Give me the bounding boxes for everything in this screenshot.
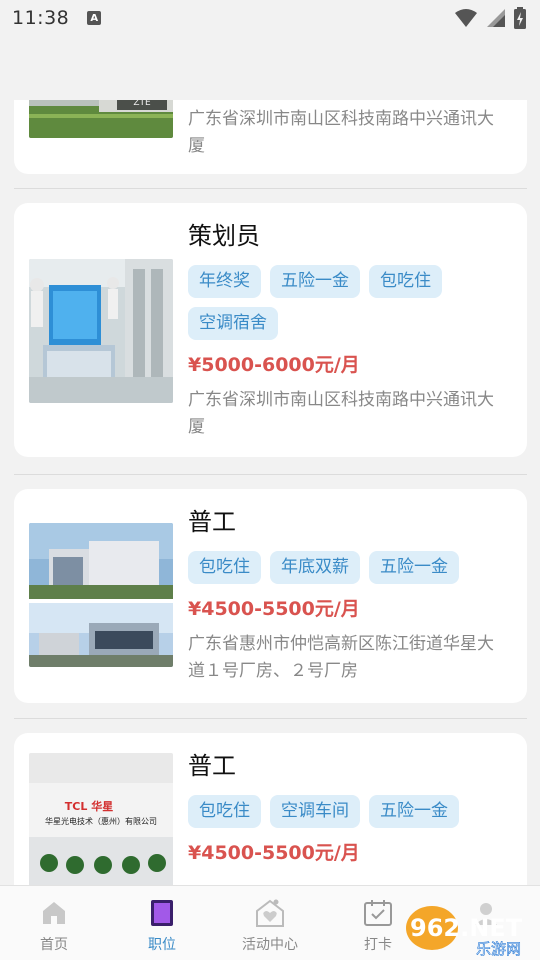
job-title: 普工 <box>188 508 236 536</box>
job-tag: 包吃住 <box>369 265 442 298</box>
job-photo: TCL 华星 华星光电技术（惠州）有限公司 <box>29 753 173 885</box>
nav-jobs[interactable]: 职位 <box>108 886 216 960</box>
status-time: 11:38 <box>12 7 70 29</box>
nav-label: 首页 <box>40 937 68 953</box>
job-address: 广东省深圳市南山区科技南路中兴通讯大厦 <box>188 109 494 156</box>
job-card[interactable]: ZTE 广东省深圳市南山区科技南路中兴通讯大厦 <box>14 100 527 174</box>
job-address: 广东省深圳市南山区科技南路中兴通讯大厦 <box>188 390 494 437</box>
battery-icon <box>514 7 526 29</box>
job-tag: 包吃住 <box>188 551 261 584</box>
job-icon <box>147 898 177 928</box>
job-tag: 空调车间 <box>270 795 360 828</box>
nav-label: 活动中心 <box>242 937 298 953</box>
divider <box>14 718 527 719</box>
divider <box>14 474 527 475</box>
building-sign-text: ZTE <box>133 100 151 108</box>
accessibility-icon: A <box>87 11 102 25</box>
status-icons <box>454 7 526 29</box>
job-tag: 空调宿舍 <box>188 307 278 340</box>
watermark-brand: 962.NET <box>410 914 523 942</box>
calendar-icon <box>363 898 393 928</box>
job-tag: 五险一金 <box>369 551 459 584</box>
job-tags: 包吃住 空调车间 五险一金 <box>188 795 488 828</box>
header-spacer <box>0 36 540 100</box>
job-tag: 包吃住 <box>188 795 261 828</box>
watermark-sub: 乐游网 <box>476 940 521 958</box>
job-tag: 年底双薪 <box>270 551 360 584</box>
divider <box>14 188 527 189</box>
job-title: 普工 <box>188 752 236 780</box>
job-address: 广东省惠州市仲恺高新区陈江街道华星大道１号厂房、２号厂房 <box>188 634 494 681</box>
job-title: 策划员 <box>188 222 260 250</box>
activity-icon <box>255 898 285 928</box>
job-tag: 年终奖 <box>188 265 261 298</box>
watermark-logo: 962.NET 乐游网 <box>402 900 538 958</box>
job-tags: 包吃住 年底双薪 五险一金 <box>188 551 488 584</box>
job-photo <box>29 523 173 667</box>
job-card[interactable]: 策划员 年终奖 五险一金 包吃住 空调宿舍 ¥5000-6000元/月 广东省深… <box>14 203 527 457</box>
job-salary: ¥4500-5500元/月 <box>188 842 360 864</box>
job-tag: 五险一金 <box>270 265 360 298</box>
wifi-icon <box>455 9 477 27</box>
nav-activity[interactable]: 活动中心 <box>216 886 324 960</box>
job-photo <box>29 259 173 403</box>
signal-icon <box>487 9 505 27</box>
nav-home[interactable]: 首页 <box>0 886 108 960</box>
job-salary: ¥4500-5500元/月 <box>188 598 360 620</box>
job-photo: ZTE <box>29 100 173 138</box>
job-list[interactable]: ZTE 广东省深圳市南山区科技南路中兴通讯大厦 策划员 年终奖 五险一金 包吃住… <box>0 100 540 885</box>
tcl-company-text: 华星光电技术（惠州）有限公司 <box>45 816 157 826</box>
nav-label: 职位 <box>148 937 176 953</box>
home-icon <box>39 898 69 928</box>
job-card[interactable]: TCL 华星 华星光电技术（惠州）有限公司 普工 包吃住 空调车间 五险一金 ¥… <box>14 733 527 885</box>
job-tag: 五险一金 <box>369 795 459 828</box>
job-salary: ¥5000-6000元/月 <box>188 354 360 376</box>
job-tags: 年终奖 五险一金 包吃住 空调宿舍 <box>188 265 488 340</box>
tcl-logo-text: TCL 华星 <box>65 799 113 813</box>
nav-label: 打卡 <box>364 937 392 953</box>
job-card[interactable]: 普工 包吃住 年底双薪 五险一金 ¥4500-5500元/月 广东省惠州市仲恺高… <box>14 489 527 703</box>
status-bar: 11:38 A <box>0 0 540 36</box>
